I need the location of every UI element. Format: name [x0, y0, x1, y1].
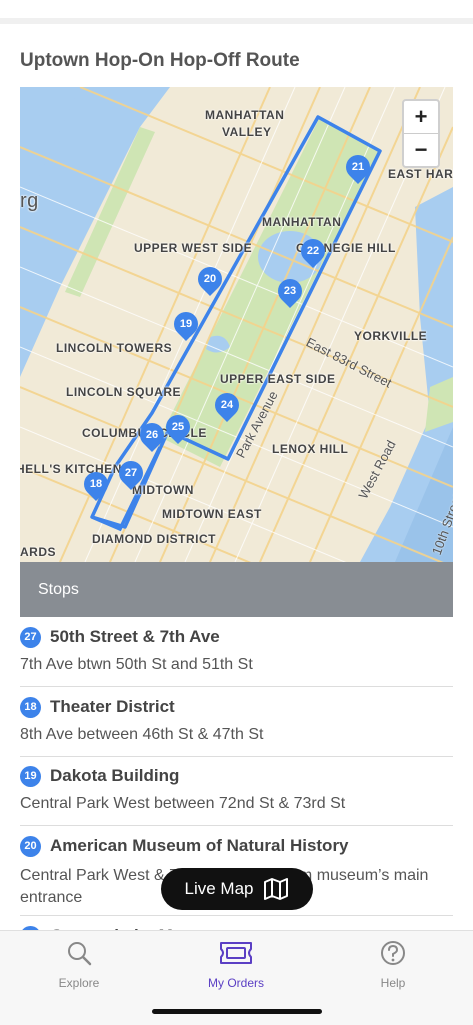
map-icon — [264, 878, 289, 900]
map-pin-24[interactable]: 24 — [210, 388, 244, 422]
stop-address: 8th Ave between 46th St & 47th St — [20, 726, 264, 743]
map-label-manhattan: MANHATTAN — [262, 215, 342, 229]
map-label-upper-east-side: UPPER EAST SIDE — [220, 372, 336, 386]
stops-header: Stops — [20, 562, 453, 617]
stop-number-badge: 27 — [20, 627, 41, 648]
tab-my-orders-label: My Orders — [207, 976, 264, 990]
route-map[interactable]: + − MANHATTAN VALLEY EAST HARL rg MANHAT… — [20, 87, 453, 562]
map-pin-25[interactable]: 25 — [161, 410, 195, 444]
stop-number-badge: 19 — [20, 766, 41, 787]
zoom-out-button[interactable]: − — [404, 134, 438, 166]
map-label-yards: ARDS — [20, 545, 57, 559]
top-bar — [0, 0, 473, 24]
map-pin-22[interactable]: 22 — [296, 234, 330, 268]
map-pin-19[interactable]: 19 — [169, 307, 203, 341]
stop-name: American Museum of Natural History — [50, 836, 349, 855]
map-label-manhattan-valley-2: VALLEY — [222, 125, 272, 139]
map-pin-18[interactable]: 18 — [79, 467, 113, 501]
tab-explore[interactable]: Explore — [19, 939, 139, 990]
zoom-control: + − — [402, 99, 440, 168]
map-label-lincoln-towers: LINCOLN TOWERS — [56, 341, 173, 355]
map-pin-26[interactable]: 26 — [135, 418, 169, 452]
map-label-manhattan-valley-1: MANHATTAN — [205, 108, 285, 122]
stop-name: Theater District — [50, 697, 175, 716]
live-map-button[interactable]: Live Map — [161, 868, 313, 910]
live-map-label: Live Map — [184, 879, 254, 898]
map-pin-21[interactable]: 21 — [341, 150, 375, 184]
map-label-lenox-hill: LENOX HILL — [272, 442, 349, 456]
stop-address: 7th Ave btwn 50th St and 51th St — [20, 656, 253, 673]
home-indicator — [152, 1009, 322, 1014]
map-label-east-harlem: EAST HARL — [388, 167, 453, 181]
zoom-in-button[interactable]: + — [404, 101, 438, 134]
map-pin-20[interactable]: 20 — [193, 262, 227, 296]
help-icon — [381, 941, 405, 965]
map-label-upper-west-side: UPPER WEST SIDE — [134, 241, 253, 255]
stop-item[interactable]: 19 Dakota Building Central Park West bet… — [20, 756, 453, 826]
stop-number-badge: 18 — [20, 697, 41, 718]
tab-help-label: Help — [380, 976, 406, 990]
stop-item[interactable]: 27 50th Street & 7th Ave 7th Ave btwn 50… — [20, 617, 453, 687]
search-icon — [68, 942, 92, 966]
map-label-midtown-east: MIDTOWN EAST — [162, 507, 262, 521]
stop-item[interactable]: 18 Theater District 8th Ave between 46th… — [20, 687, 453, 757]
tab-help[interactable]: Help — [333, 939, 453, 990]
map-label-diamond-district: DIAMOND DISTRICT — [92, 532, 216, 546]
stop-name: 50th Street & 7th Ave — [50, 627, 220, 646]
tab-my-orders[interactable]: My Orders — [176, 939, 296, 990]
map-label-lincoln-square: LINCOLN SQUARE — [66, 385, 181, 399]
map-label-edge: rg — [20, 190, 39, 212]
map-label-midtown: MIDTOWN — [132, 483, 194, 497]
page-title: Uptown Hop-On Hop-Off Route — [20, 50, 300, 71]
tab-explore-label: Explore — [58, 976, 100, 990]
map-pin-27[interactable]: 27 — [114, 456, 148, 490]
map-label-yorkville: YORKVILLE — [354, 329, 428, 343]
stop-name: Dakota Building — [50, 766, 180, 785]
stop-address: Central Park West between 72nd St & 73rd… — [20, 795, 346, 812]
ticket-icon — [220, 942, 252, 964]
map-pin-23[interactable]: 23 — [273, 274, 307, 308]
stop-number-badge: 20 — [20, 836, 41, 857]
